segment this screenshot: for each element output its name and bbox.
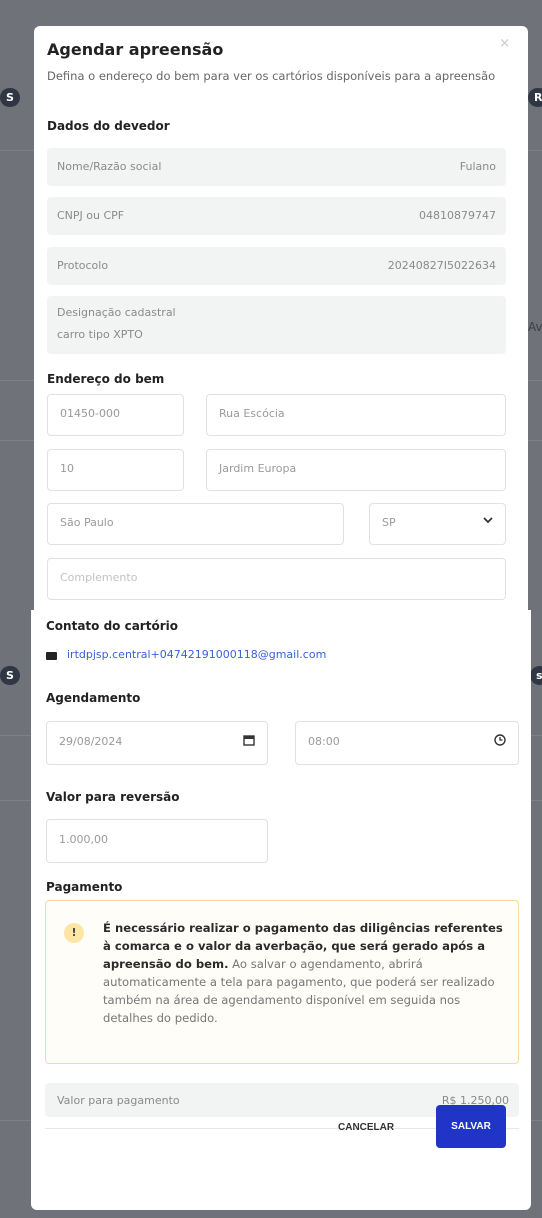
designation-label: Designação cadastral xyxy=(57,306,176,319)
schedule-modal-bottom: Contato do cartório irtdpjsp.central+047… xyxy=(31,610,531,1210)
state-value: SP xyxy=(382,516,396,529)
background-text-fragment: Av xyxy=(528,320,542,334)
save-button[interactable]: SALVAR xyxy=(436,1105,506,1148)
street-value: Rua Escócia xyxy=(219,407,285,420)
payment-warning-text: É necessário realizar o pagamento das di… xyxy=(103,919,503,1027)
schedule-modal-top: Agendar apreensão × Defina o endereço do… xyxy=(34,26,528,610)
debtor-name-field: Nome/Razão social Fulano xyxy=(47,148,506,186)
debtor-document-label: CNPJ ou CPF xyxy=(57,209,125,222)
schedule-section-title: Agendamento xyxy=(46,691,141,705)
reversal-value-input[interactable]: 1.000,00 xyxy=(46,819,268,863)
debtor-name-value: Fulano xyxy=(459,160,496,173)
debtor-name-label: Nome/Razão social xyxy=(57,160,162,173)
modal-subtitle: Defina o endereço do bem para ver os car… xyxy=(47,69,496,83)
designation-value: carro tipo XPTO xyxy=(57,328,143,341)
cep-value: 01450-000 xyxy=(60,407,120,420)
background-badge-right: R xyxy=(528,88,542,107)
registry-email-link[interactable]: irtdpjsp.central+04742191000118@gmail.co… xyxy=(67,648,326,661)
complement-input[interactable]: Complemento xyxy=(47,558,506,600)
time-input[interactable]: 08:00 xyxy=(295,721,519,765)
clock-icon[interactable] xyxy=(494,734,506,749)
street-input[interactable]: Rua Escócia xyxy=(206,394,506,436)
city-input[interactable]: São Paulo xyxy=(47,503,344,545)
payment-warning-alert: ! É necessário realizar o pagamento das … xyxy=(45,900,519,1064)
protocol-label: Protocolo xyxy=(57,259,109,272)
cep-input[interactable]: 01450-000 xyxy=(47,394,184,436)
time-value: 08:00 xyxy=(308,735,340,748)
city-value: São Paulo xyxy=(60,516,114,529)
background-badge-left: S xyxy=(0,88,20,107)
debtor-section-title: Dados do devedor xyxy=(47,119,170,133)
debtor-document-field: CNPJ ou CPF 04810879747 xyxy=(47,197,506,235)
reversal-value: 1.000,00 xyxy=(59,833,108,846)
warning-icon: ! xyxy=(64,923,84,943)
chevron-down-icon xyxy=(483,514,493,528)
complement-placeholder: Complemento xyxy=(60,571,138,584)
contact-section-title: Contato do cartório xyxy=(46,619,178,633)
district-input[interactable]: Jardim Europa xyxy=(206,449,506,491)
state-select[interactable]: SP xyxy=(369,503,506,545)
calendar-icon[interactable] xyxy=(243,734,255,749)
reversal-section-title: Valor para reversão xyxy=(46,790,180,804)
number-value: 10 xyxy=(60,462,74,475)
background-badge-right-2: s xyxy=(530,666,542,685)
address-section-title: Endereço do bem xyxy=(47,372,165,386)
close-icon[interactable]: × xyxy=(499,36,510,51)
designation-field: Designação cadastral carro tipo XPTO xyxy=(47,296,506,354)
date-value: 29/08/2024 xyxy=(59,735,123,748)
payment-total-label: Valor para pagamento xyxy=(57,1094,180,1107)
background-badge-left-2: S xyxy=(0,666,20,685)
district-value: Jardim Europa xyxy=(219,462,297,475)
protocol-field: Protocolo 20240827I5022634 xyxy=(47,247,506,285)
cancel-button[interactable]: CANCELAR xyxy=(338,1122,394,1133)
number-input[interactable]: 10 xyxy=(47,449,184,491)
modal-title: Agendar apreensão xyxy=(47,40,224,59)
payment-section-title: Pagamento xyxy=(46,880,123,894)
date-input[interactable]: 29/08/2024 xyxy=(46,721,268,765)
mail-icon xyxy=(46,652,57,660)
protocol-value: 20240827I5022634 xyxy=(387,259,496,272)
debtor-document-value: 04810879747 xyxy=(419,209,496,222)
